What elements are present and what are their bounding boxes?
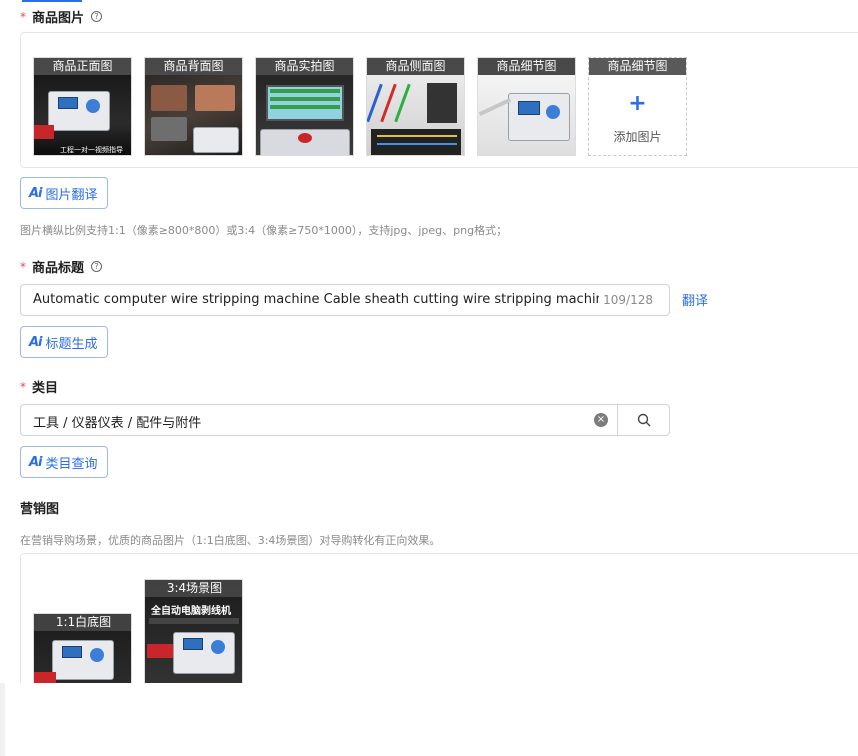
product-title-label: * 商品标题 ? — [20, 257, 103, 276]
product-image-panel: 工程一对一视频指导 商品正面图 商品背面图 商品实拍图 商品侧面图 商品细节图 … — [20, 32, 858, 168]
title-generate-button[interactable]: Ai 标题生成 — [20, 326, 108, 358]
product-images-label: * 商品图片 ? — [20, 7, 103, 26]
required-mark: * — [20, 259, 26, 274]
required-mark: * — [20, 379, 26, 394]
front-image-overlay-text: 工程一对一视频指导 — [60, 146, 123, 154]
translate-link[interactable]: 翻译 — [682, 290, 708, 309]
required-mark: * — [20, 9, 26, 24]
product-image-front[interactable]: 工程一对一视频指导 商品正面图 — [33, 57, 132, 156]
bottom-area — [0, 683, 858, 756]
marketing-label-text: 营销图 — [20, 502, 60, 517]
marketing-caption: 1:1白底图 — [34, 614, 131, 631]
plus-icon: + — [628, 91, 647, 116]
product-image-real[interactable]: 商品实拍图 — [255, 57, 354, 156]
category-label: * 类目 — [20, 377, 59, 397]
slot-caption: 商品细节图 — [478, 58, 575, 75]
ai-icon: Ai — [29, 185, 42, 201]
product-image-back[interactable]: 商品背面图 — [144, 57, 243, 156]
back-image — [145, 75, 242, 155]
product-edit-form: * 商品图片 ? 工程一对一视频指导 商品正面图 商品背面图 商品实拍图 商品侧… — [0, 0, 858, 756]
marketing-caption: 3:4场景图 — [145, 580, 242, 597]
category-label-text: 类目 — [32, 381, 59, 396]
marketing-image-white[interactable]: 1:1白底图 — [33, 613, 132, 684]
search-icon — [637, 413, 651, 427]
detail-image — [478, 75, 575, 155]
category-query-label: 类目查询 — [45, 456, 98, 472]
add-image-button[interactable]: 商品细节图 + 添加图片 — [588, 57, 687, 156]
slot-caption: 商品侧面图 — [367, 58, 464, 75]
product-title-input[interactable]: Automatic computer wire stripping machin… — [20, 284, 670, 316]
front-image: 工程一对一视频指导 — [34, 75, 131, 155]
help-icon[interactable]: ? — [91, 11, 103, 22]
slot-caption: 商品正面图 — [34, 58, 131, 75]
marketing-image-panel: 1:1白底图 全自动电脑剥线机 3:4场景图 — [20, 553, 858, 684]
add-slot-caption: 商品细节图 — [589, 58, 686, 75]
image-translate-label: 图片翻译 — [45, 187, 98, 203]
image-translate-button[interactable]: Ai 图片翻译 — [20, 177, 108, 209]
category-value: 工具 / 仪器仪表 / 配件与附件 — [33, 416, 202, 431]
category-search-button[interactable] — [618, 405, 670, 435]
marketing-hint: 在营销导购场景，优质的商品图片（1:1白底图、3:4场景图）对导购转化有正向效果… — [20, 534, 441, 547]
product-images-label-text: 商品图片 — [32, 11, 85, 26]
title-generate-label: 标题生成 — [45, 336, 98, 352]
image-format-hint: 图片横纵比例支持1:1（像素≥800*800）或3:4（像素≥750*1000）… — [20, 224, 508, 237]
marketing-label: 营销图 — [20, 498, 59, 517]
marketing-image-scene[interactable]: 全自动电脑剥线机 3:4场景图 — [144, 579, 243, 684]
product-title-label-text: 商品标题 — [32, 261, 85, 276]
product-image-detail[interactable]: 商品细节图 — [477, 57, 576, 156]
ai-icon: Ai — [29, 454, 42, 470]
side-image — [367, 75, 464, 155]
category-select[interactable]: 工具 / 仪器仪表 / 配件与附件 × — [20, 404, 670, 436]
slot-caption: 商品背面图 — [145, 58, 242, 75]
category-query-button[interactable]: Ai 类目查询 — [20, 446, 108, 478]
title-char-count: 109/128 — [603, 293, 653, 307]
product-image-side[interactable]: 商品侧面图 — [366, 57, 465, 156]
top-accent-bar — [22, 0, 82, 2]
ai-icon: Ai — [29, 334, 42, 350]
scene-image-title: 全自动电脑剥线机 — [151, 606, 231, 617]
real-image — [256, 75, 353, 155]
help-icon[interactable]: ? — [91, 261, 103, 272]
add-image-label: 添加图片 — [613, 130, 662, 144]
clear-icon[interactable]: × — [594, 413, 608, 427]
slot-caption: 商品实拍图 — [256, 58, 353, 75]
product-title-value: Automatic computer wire stripping machin… — [33, 292, 599, 307]
